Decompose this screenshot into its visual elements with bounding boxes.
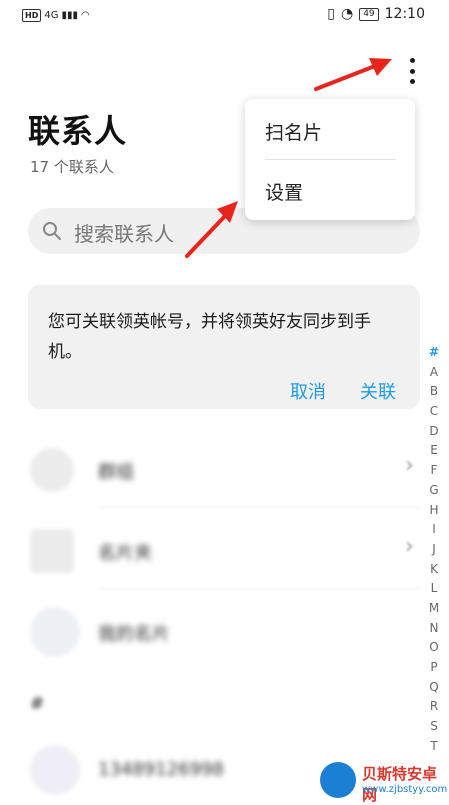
index-letter[interactable]: N: [424, 619, 444, 639]
index-letter[interactable]: P: [424, 658, 444, 678]
status-bar: HD 4G ▮▮▮ ◠ ▯ ◔ 49 12:10: [0, 0, 449, 34]
page-title: 联系人: [28, 112, 128, 150]
index-letter[interactable]: S: [424, 717, 444, 737]
chevron-right-icon: ›: [405, 453, 414, 478]
link-account-button[interactable]: 关联: [360, 378, 396, 404]
watermark-logo-icon: [320, 762, 356, 798]
index-letter[interactable]: I: [424, 520, 444, 540]
contact-count: 17 个联系人: [30, 158, 114, 176]
menu-divider: [265, 159, 396, 160]
index-letter[interactable]: E: [424, 441, 444, 461]
contact-name: 13489126998: [98, 759, 224, 780]
index-letter[interactable]: #: [424, 343, 444, 363]
banner-message: 您可关联领英帐号，并将领英好友同步到手机。: [48, 312, 371, 362]
vibrate-icon: ▯: [327, 6, 335, 22]
search-icon: [43, 222, 61, 240]
index-letter[interactable]: R: [424, 697, 444, 717]
search-placeholder: 搜索联系人: [74, 222, 174, 246]
list-item-business-cards[interactable]: 名片夹 ›: [0, 516, 420, 586]
status-right: ▯ ◔ 49 12:10: [327, 6, 425, 22]
linkedin-banner: 您可关联领英帐号，并将领英好友同步到手机。 取消 关联: [28, 285, 420, 409]
index-letter[interactable]: D: [424, 422, 444, 442]
hd-badge: HD: [22, 9, 42, 22]
list-item-my-card[interactable]: 我的名片: [0, 597, 420, 667]
index-letter[interactable]: L: [424, 579, 444, 599]
menu-item-settings[interactable]: 设置: [265, 178, 303, 205]
clock: 12:10: [384, 6, 425, 22]
dot-icon: [409, 68, 415, 74]
index-letter[interactable]: F: [424, 461, 444, 481]
battery-icon: 49: [359, 7, 379, 21]
index-letter[interactable]: O: [424, 638, 444, 658]
watermark: 贝斯特安卓网 www.zjbstyy.com: [320, 762, 448, 804]
cancel-button[interactable]: 取消: [290, 378, 326, 404]
card-icon: [30, 529, 74, 573]
index-letter[interactable]: J: [424, 540, 444, 560]
chevron-right-icon: ›: [405, 534, 414, 559]
status-left: HD 4G ▮▮▮ ◠: [22, 9, 90, 22]
more-options-button[interactable]: [404, 58, 420, 84]
row-label: 名片夹: [98, 543, 152, 564]
speed-icon: ◔: [340, 6, 354, 22]
network-label: 4G: [44, 10, 59, 21]
index-letter[interactable]: K: [424, 560, 444, 580]
index-letter[interactable]: C: [424, 402, 444, 422]
avatar: [30, 745, 80, 795]
overflow-menu: 扫名片 设置: [245, 99, 415, 220]
avatar: [30, 607, 80, 657]
arrow-to-more-button-icon: [314, 58, 392, 91]
index-letter[interactable]: B: [424, 382, 444, 402]
row-divider: [98, 588, 420, 589]
dot-icon: [409, 79, 415, 84]
index-letter[interactable]: H: [424, 501, 444, 521]
section-header: #: [30, 694, 45, 714]
row-label: 我的名片: [98, 624, 170, 645]
alphabet-index[interactable]: # A B C D E F G H I J K L M N O P Q R S T: [424, 343, 444, 756]
index-letter[interactable]: A: [424, 363, 444, 383]
wifi-icon: ◠: [80, 10, 90, 21]
index-letter[interactable]: T: [424, 737, 444, 757]
row-divider: [98, 507, 420, 508]
row-label: 群组: [98, 462, 134, 483]
group-icon: [30, 448, 74, 492]
index-letter[interactable]: G: [424, 481, 444, 501]
list-item-groups[interactable]: 群组 ›: [0, 435, 420, 505]
dot-icon: [409, 58, 415, 63]
watermark-url: www.zjbstyy.com: [362, 784, 448, 795]
menu-item-scan-card[interactable]: 扫名片: [265, 118, 322, 145]
index-letter[interactable]: Q: [424, 678, 444, 698]
index-letter[interactable]: M: [424, 599, 444, 619]
signal-icon: ▮▮▮: [61, 10, 78, 21]
